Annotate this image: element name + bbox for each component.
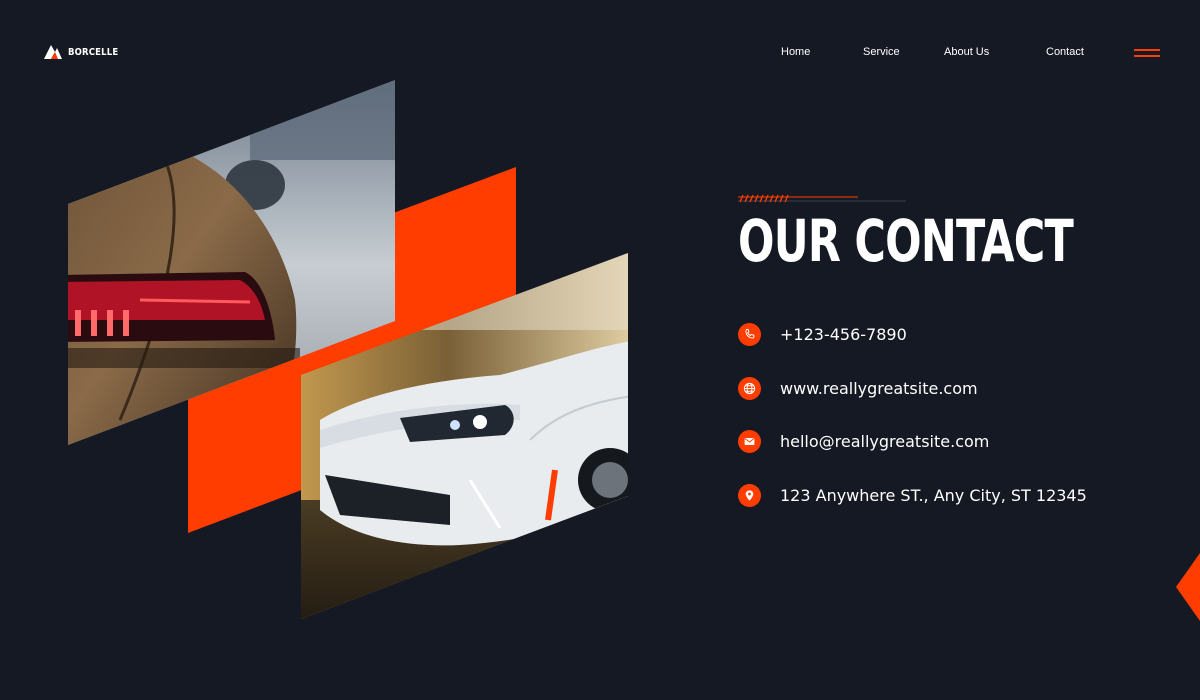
website-url: www.reallygreatsite.com (780, 378, 978, 398)
location-pin-icon (738, 483, 761, 507)
contact-page: BORCELLE Home Service About Us Contact O… (0, 0, 1200, 700)
email-address: hello@reallygreatsite.com (780, 431, 990, 451)
phone-icon (738, 322, 761, 346)
phone-number: +123-456-7890 (780, 324, 907, 344)
mail-icon (738, 429, 761, 453)
contact-website[interactable]: www.reallygreatsite.com (738, 376, 978, 400)
corner-accent-shape (1176, 553, 1200, 621)
contact-address[interactable]: 123 Anywhere ST., Any City, ST 12345 (738, 483, 1087, 507)
page-title: OUR CONTACT (738, 207, 1074, 275)
street-address: 123 Anywhere ST., Any City, ST 12345 (780, 485, 1087, 505)
contact-phone[interactable]: +123-456-7890 (738, 322, 907, 346)
car-image-collage (68, 80, 628, 619)
globe-icon (738, 376, 761, 400)
contact-email[interactable]: hello@reallygreatsite.com (738, 429, 989, 453)
title-decoration (738, 194, 906, 203)
